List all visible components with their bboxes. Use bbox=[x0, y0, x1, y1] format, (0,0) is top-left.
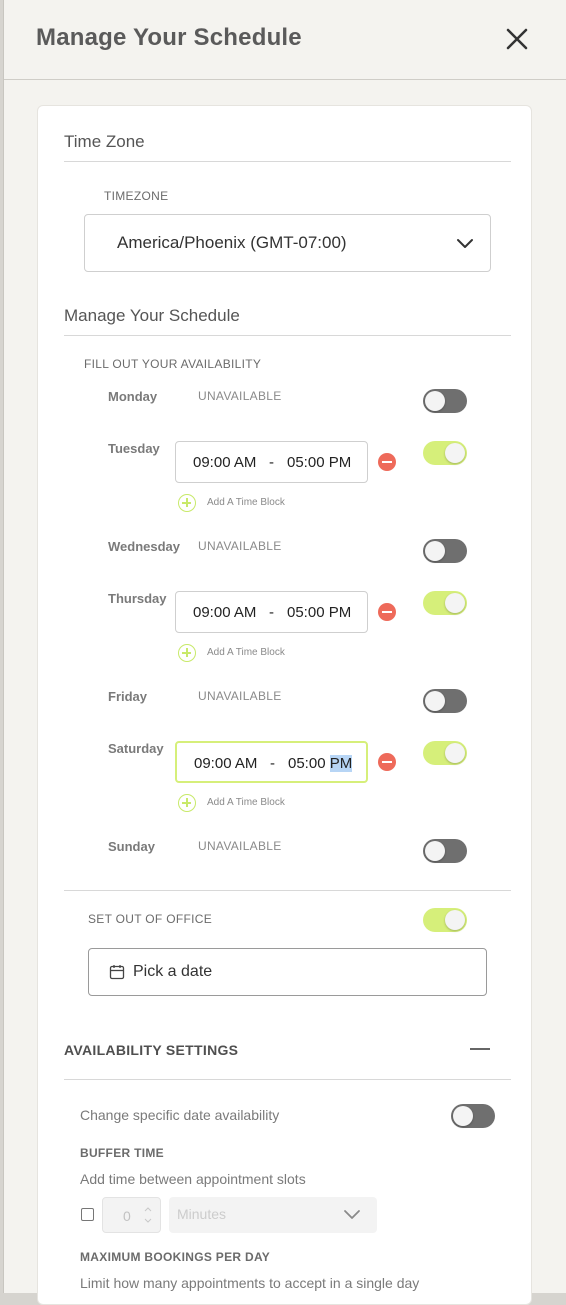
unavailable-text: UNAVAILABLE bbox=[198, 539, 282, 553]
toggle-monday[interactable] bbox=[423, 389, 467, 413]
calendar-icon bbox=[109, 965, 125, 980]
toggle-thursday[interactable] bbox=[423, 591, 467, 615]
toggle-wednesday[interactable] bbox=[423, 539, 467, 563]
schedule-panel: Manage Your Schedule Time Zone TIMEZONE … bbox=[3, 0, 566, 1305]
day-label-tuesday: Tuesday bbox=[108, 441, 160, 456]
change-specific-label: Change specific date availability bbox=[80, 1107, 280, 1123]
timezone-value: America/Phoenix (GMT-07:00) bbox=[117, 233, 347, 252]
stepper-icon bbox=[144, 1207, 152, 1223]
start-time: 09:00 AM bbox=[193, 604, 257, 621]
chevron-down-icon bbox=[457, 239, 473, 248]
change-specific-toggle[interactable] bbox=[451, 1104, 495, 1128]
time-range-input-saturday[interactable]: 09:00 AM - 05:00 PM bbox=[175, 741, 368, 783]
day-label-monday: Monday bbox=[108, 389, 158, 404]
end-time: 05:00 PM bbox=[287, 604, 352, 621]
panel-header: Manage Your Schedule bbox=[4, 0, 566, 80]
schedule-section-title: Manage Your Schedule bbox=[64, 306, 240, 325]
max-bookings-title: MAXIMUM BOOKINGS PER DAY bbox=[80, 1250, 271, 1264]
day-label-friday: Friday bbox=[108, 689, 148, 704]
selected-period: PM bbox=[329, 755, 353, 772]
chevron-down-icon bbox=[344, 1210, 360, 1219]
buffer-time-checkbox[interactable] bbox=[81, 1208, 94, 1221]
max-bookings-description: Limit how many appointments to accept in… bbox=[80, 1275, 420, 1291]
collapse-icon[interactable] bbox=[470, 1048, 490, 1050]
day-label-wednesday: Wednesday bbox=[108, 539, 181, 554]
unavailable-text: UNAVAILABLE bbox=[198, 689, 282, 703]
remove-block-button[interactable] bbox=[378, 453, 396, 471]
page-title: Manage Your Schedule bbox=[36, 24, 302, 51]
availability-subtitle: FILL OUT YOUR AVAILABILITY bbox=[84, 357, 262, 371]
day-label-saturday: Saturday bbox=[108, 741, 164, 756]
unavailable-text: UNAVAILABLE bbox=[198, 839, 282, 853]
close-icon[interactable] bbox=[502, 24, 532, 54]
divider bbox=[64, 1079, 511, 1080]
schedule-card: Time Zone TIMEZONE America/Phoenix (GMT-… bbox=[37, 105, 532, 1305]
day-label-sunday: Sunday bbox=[108, 839, 155, 854]
add-icon bbox=[178, 644, 196, 662]
timezone-section-title: Time Zone bbox=[64, 132, 145, 151]
time-range-input-thursday[interactable]: 09:00 AM - 05:00 PM bbox=[175, 591, 368, 633]
buffer-amount-input[interactable]: 0 bbox=[102, 1197, 161, 1233]
toggle-saturday[interactable] bbox=[423, 741, 467, 765]
divider bbox=[64, 890, 511, 891]
start-time: 09:00 AM bbox=[193, 454, 257, 471]
date-picker-button[interactable]: Pick a date bbox=[88, 948, 487, 996]
unavailable-text: UNAVAILABLE bbox=[198, 389, 282, 403]
end-time: 05:00 PM bbox=[287, 454, 352, 471]
time-range-input-tuesday[interactable]: 09:00 AM - 05:00 PM bbox=[175, 441, 368, 483]
toggle-sunday[interactable] bbox=[423, 839, 467, 863]
buffer-unit-select[interactable]: Minutes bbox=[169, 1197, 377, 1233]
out-of-office-toggle[interactable] bbox=[423, 908, 467, 932]
remove-block-button[interactable] bbox=[378, 753, 396, 771]
start-time: 09:00 AM bbox=[194, 755, 258, 772]
timezone-field-label: TIMEZONE bbox=[104, 189, 169, 203]
buffer-time-description: Add time between appointment slots bbox=[80, 1171, 306, 1187]
divider bbox=[64, 161, 511, 162]
timezone-select[interactable]: America/Phoenix (GMT-07:00) bbox=[84, 214, 491, 272]
day-label-thursday: Thursday bbox=[108, 591, 167, 606]
end-time: 05:00 PM bbox=[288, 755, 353, 772]
availability-settings-title: AVAILABILITY SETTINGS bbox=[64, 1042, 239, 1058]
toggle-tuesday[interactable] bbox=[423, 441, 467, 465]
date-placeholder: Pick a date bbox=[133, 963, 213, 980]
remove-block-button[interactable] bbox=[378, 603, 396, 621]
buffer-time-title: BUFFER TIME bbox=[80, 1146, 164, 1160]
toggle-friday[interactable] bbox=[423, 689, 467, 713]
out-of-office-label: SET OUT OF OFFICE bbox=[88, 912, 212, 926]
divider bbox=[64, 335, 511, 336]
add-icon bbox=[178, 494, 196, 512]
add-icon bbox=[178, 794, 196, 812]
